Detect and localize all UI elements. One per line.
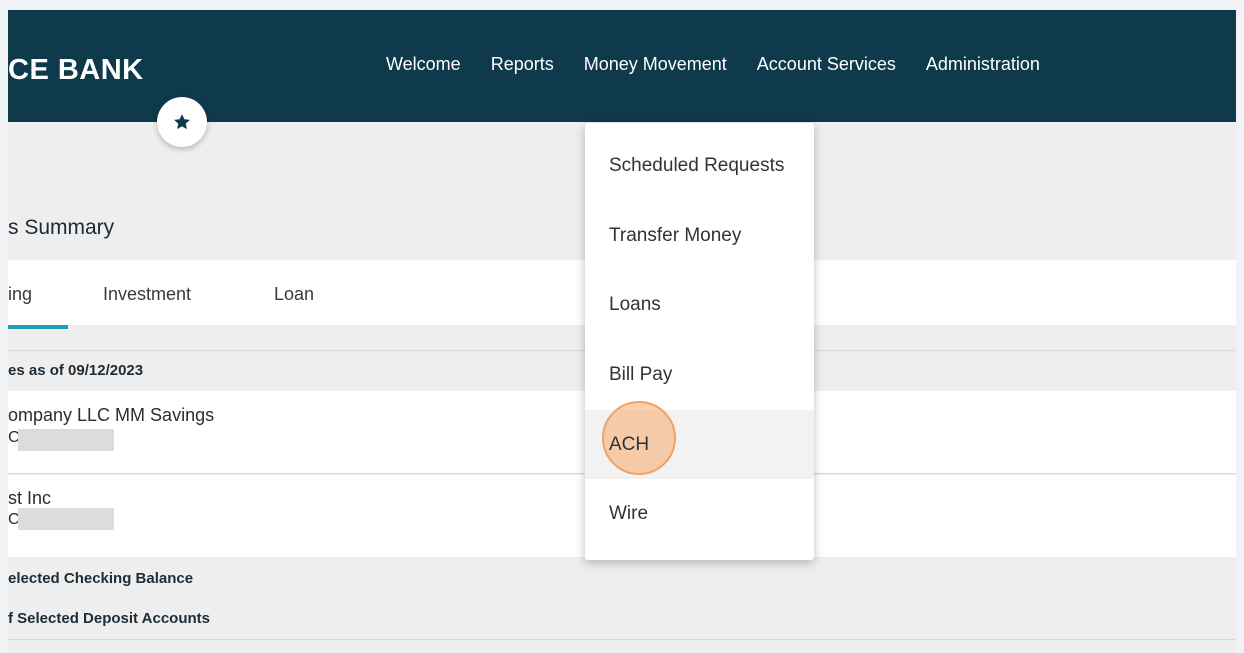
star-icon — [174, 114, 190, 130]
menu-item-wire[interactable]: Wire — [585, 480, 814, 549]
selected-deposit-accounts-label: f Selected Deposit Accounts — [8, 610, 210, 627]
nav-money-movement[interactable]: Money Movement — [584, 54, 727, 75]
balances-date-label: es as of 09/12/2023 — [8, 362, 144, 379]
tab-loan[interactable]: Loan — [274, 284, 314, 305]
favorites-button[interactable] — [157, 97, 207, 147]
redacted-account-number — [18, 508, 114, 530]
app-screen: CE BANK Welcome Reports Money Movement A… — [8, 10, 1236, 653]
menu-item-label: ACH — [609, 434, 650, 455]
divider — [8, 639, 1236, 640]
selected-checking-balance-label: elected Checking Balance — [8, 570, 194, 587]
redacted-account-number — [18, 429, 114, 451]
main-nav: Welcome Reports Money Movement Account S… — [386, 54, 1070, 75]
menu-item-scheduled-requests[interactable]: Scheduled Requests — [585, 132, 814, 201]
bank-logo-text: CE BANK — [8, 54, 144, 86]
page-title: s Summary — [8, 216, 115, 239]
menu-item-bill-pay[interactable]: Bill Pay — [585, 341, 814, 410]
account-name[interactable]: st Inc — [8, 488, 51, 509]
tab-investment[interactable]: Investment — [103, 284, 191, 305]
nav-reports[interactable]: Reports — [491, 54, 554, 75]
menu-item-label: Loans — [609, 294, 661, 315]
money-movement-dropdown: Scheduled Requests Transfer Money Loans … — [585, 123, 814, 560]
menu-item-transfer-money[interactable]: Transfer Money — [585, 202, 814, 271]
nav-welcome[interactable]: Welcome — [386, 54, 461, 75]
menu-item-label: Scheduled Requests — [609, 155, 785, 176]
menu-item-label: Wire — [609, 503, 649, 524]
menu-item-label: Bill Pay — [609, 364, 673, 385]
menu-item-label: Transfer Money — [609, 225, 742, 246]
menu-item-loans[interactable]: Loans — [585, 271, 814, 340]
active-tab-indicator — [8, 325, 68, 329]
account-name[interactable]: ompany LLC MM Savings — [8, 405, 214, 426]
nav-account-services[interactable]: Account Services — [757, 54, 896, 75]
tab-checking[interactable]: ing — [8, 284, 32, 305]
nav-administration[interactable]: Administration — [926, 54, 1040, 75]
menu-item-ach[interactable]: ACH — [585, 401, 814, 479]
